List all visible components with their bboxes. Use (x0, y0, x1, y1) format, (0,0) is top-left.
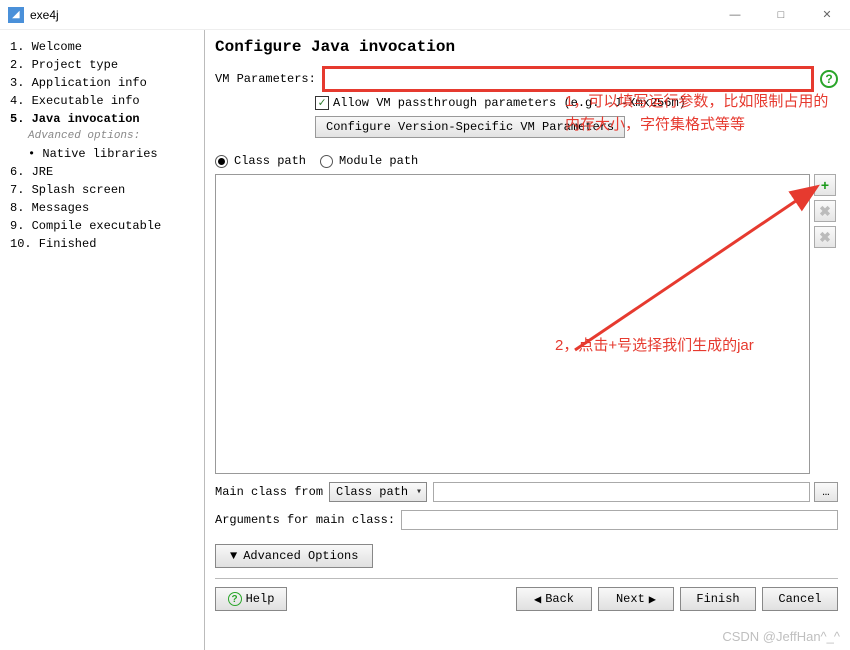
window-title: exe4j (30, 8, 59, 22)
step-application-info[interactable]: 3. Application info (10, 74, 204, 92)
back-button[interactable]: ◀ Back (516, 587, 592, 611)
arguments-label: Arguments for main class: (215, 513, 395, 527)
classpath-list-wrap: + ✖ ✖ (215, 174, 838, 474)
classpath-listbox[interactable] (215, 174, 810, 474)
main-class-row: Main class from Class path … (215, 482, 838, 502)
window-buttons: — □ ✕ (712, 0, 850, 30)
step-splash-screen[interactable]: 7. Splash screen (10, 181, 204, 199)
step-executable-info[interactable]: 4. Executable info (10, 92, 204, 110)
nav-buttons: ◀ Back Next ▶ Finish Cancel (516, 587, 838, 611)
allow-passthrough-checkbox[interactable]: ✓ (315, 96, 329, 110)
arguments-input[interactable] (401, 510, 838, 530)
classpath-list-buttons: + ✖ ✖ (810, 174, 838, 474)
titlebar-left: ◢ exe4j (8, 7, 59, 23)
step-java-invocation[interactable]: 5. Java invocation (10, 110, 204, 128)
advanced-options-label: Advanced options: (10, 128, 204, 145)
step-compile-executable[interactable]: 9. Compile executable (10, 217, 204, 235)
watermark: exe4j (0, 520, 10, 640)
main-class-from-select[interactable]: Class path (329, 482, 427, 502)
classpath-radio-label[interactable]: Class path (234, 154, 306, 168)
step-finished[interactable]: 10. Finished (10, 235, 204, 253)
finish-button[interactable]: Finish (680, 587, 756, 611)
content-panel: Configure Java invocation VM Parameters:… (205, 30, 850, 650)
main-class-from-label: Main class from (215, 485, 323, 499)
step-welcome[interactable]: 1. Welcome (10, 38, 204, 56)
remove-entry-button-2[interactable]: ✖ (814, 226, 836, 248)
modulepath-radio[interactable] (320, 155, 333, 168)
path-radio-group: Class path Module path (215, 154, 838, 168)
step-native-libraries[interactable]: • Native libraries (10, 145, 204, 163)
step-sidebar: 1. Welcome 2. Project type 3. Applicatio… (0, 30, 205, 650)
footer-divider (215, 578, 838, 579)
close-button[interactable]: ✕ (804, 0, 850, 30)
classpath-radio[interactable] (215, 155, 228, 168)
annotation-2: 2，点击+号选择我们生成的jar (555, 335, 785, 358)
step-jre[interactable]: 6. JRE (10, 163, 204, 181)
page-heading: Configure Java invocation (215, 38, 838, 56)
step-project-type[interactable]: 2. Project type (10, 56, 204, 74)
maximize-button[interactable]: □ (758, 0, 804, 30)
add-entry-button[interactable]: + (814, 174, 836, 196)
titlebar: ◢ exe4j — □ ✕ (0, 0, 850, 30)
modulepath-radio-label[interactable]: Module path (339, 154, 418, 168)
vm-parameters-input[interactable] (322, 66, 814, 92)
advanced-options-button[interactable]: ▼ Advanced Options (215, 544, 373, 568)
vm-parameters-row: VM Parameters: ? (215, 66, 838, 92)
minimize-button[interactable]: — (712, 0, 758, 30)
help-icon[interactable]: ? (820, 70, 838, 88)
help-icon-small: ? (228, 592, 242, 606)
app-icon: ◢ (8, 7, 24, 23)
chevron-down-icon: ▼ (230, 549, 237, 563)
vm-parameters-label: VM Parameters: (215, 72, 316, 86)
help-button[interactable]: ? Help (215, 587, 287, 611)
remove-entry-button[interactable]: ✖ (814, 200, 836, 222)
arrow-left-icon: ◀ (534, 592, 541, 607)
arguments-row: Arguments for main class: (215, 510, 838, 530)
next-button[interactable]: Next ▶ (598, 587, 674, 611)
arrow-right-icon: ▶ (649, 592, 656, 607)
browse-main-class-button[interactable]: … (814, 482, 838, 502)
footer: ? Help ◀ Back Next ▶ Finish Cancel (215, 587, 838, 611)
annotation-1: 1，可以填写运行参数，比如限制占用的内存大小，字符集格式等等 (565, 91, 835, 136)
step-messages[interactable]: 8. Messages (10, 199, 204, 217)
main-class-input[interactable] (433, 482, 810, 502)
csdn-watermark: CSDN @JeffHan^_^ (722, 629, 840, 644)
cancel-button[interactable]: Cancel (762, 587, 838, 611)
